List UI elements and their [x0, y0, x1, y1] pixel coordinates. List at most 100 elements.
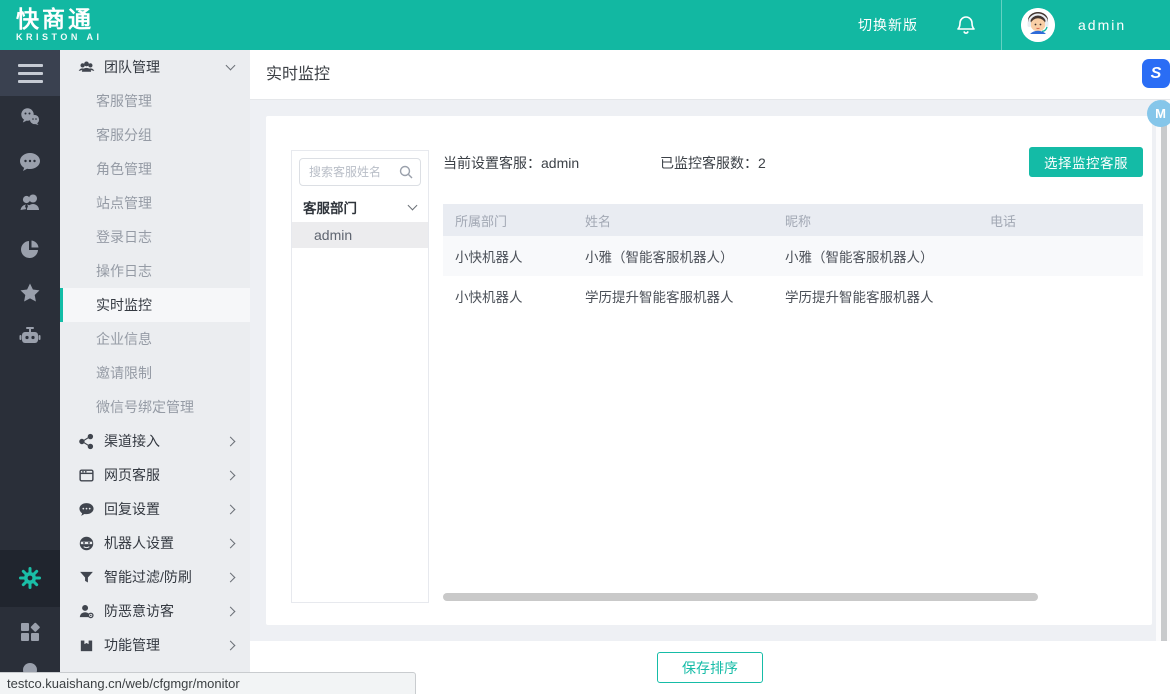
current-agent-label: 当前设置客服： — [443, 155, 541, 171]
chevron-right-icon — [226, 640, 236, 650]
apps-grid-icon[interactable] — [18, 620, 42, 644]
agents-table: 所属部门 姓名 昵称 电话 小快机器人 小雅（智能客服机器人） 小雅（智能客服机… — [443, 204, 1143, 316]
col-header-department: 所属部门 — [455, 211, 585, 230]
sidebar-group-reply-settings[interactable]: 回复设置 — [60, 492, 250, 526]
department-root-label: 客服部门 — [303, 197, 357, 217]
sidebar-item-label: 角色管理 — [96, 159, 152, 179]
search-icon[interactable] — [398, 164, 414, 180]
monitored-count-info: 已监控客服数：2 — [660, 153, 766, 173]
sidebar-group-label: 回复设置 — [104, 499, 160, 519]
extension-badge-icon[interactable]: S — [1142, 59, 1170, 88]
sidebar-group-label: 功能管理 — [104, 635, 160, 655]
sidebar-item-agent-groups[interactable]: 客服分组 — [60, 118, 250, 152]
department-panel: 客服部门 admin — [291, 150, 429, 603]
comment-dots-icon — [78, 501, 95, 518]
sidebar-item-company-info[interactable]: 企业信息 — [60, 322, 250, 356]
top-header: 快商通 KRISTON AI 切换新版 — [0, 0, 1170, 50]
sidebar-item-realtime-monitor[interactable]: 实时监控 — [60, 288, 250, 322]
favorites-star-icon[interactable] — [18, 281, 42, 305]
username-label[interactable]: admin — [1078, 0, 1126, 50]
team-group-icon — [78, 59, 95, 76]
monitor-content: 当前设置客服：admin 已监控客服数：2 选择监控客服 所属部门 姓名 昵称 … — [443, 116, 1143, 625]
monitor-card: 客服部门 admin 当前设置客服：admin 已监控客服数：2 选择监控客服 … — [266, 116, 1152, 625]
filter-funnel-icon — [78, 569, 95, 586]
sidebar-menu: 团队管理 客服管理 客服分组 角色管理 站点管理 登录日志 操作日志 实时监控 … — [60, 50, 250, 694]
statistics-pie-icon[interactable] — [18, 237, 42, 261]
settings-gear-icon[interactable] — [18, 566, 42, 590]
sidebar-group-label: 机器人设置 — [104, 533, 174, 553]
col-header-phone: 电话 — [990, 211, 1143, 230]
notification-bell-icon[interactable] — [954, 13, 978, 37]
robot-icon[interactable] — [18, 324, 42, 348]
save-order-button[interactable]: 保存排序 — [657, 652, 763, 683]
brand-title: 快商通 — [16, 6, 103, 32]
table-header-row: 所属部门 姓名 昵称 电话 — [443, 204, 1143, 236]
chevron-right-icon — [226, 538, 236, 548]
cell-department: 小快机器人 — [455, 246, 585, 266]
wechat-icon[interactable] — [18, 105, 42, 129]
chevron-right-icon — [226, 436, 236, 446]
settings-active-block — [0, 550, 60, 607]
sidebar-group-web-chat[interactable]: 网页客服 — [60, 458, 250, 492]
sidebar-group-channels[interactable]: 渠道接入 — [60, 424, 250, 458]
function-box-icon — [78, 637, 95, 654]
current-agent-value: admin — [541, 155, 579, 171]
department-tree-item[interactable]: admin — [292, 222, 428, 248]
cell-department: 小快机器人 — [455, 286, 585, 306]
page-title-bar: 实时监控 — [250, 50, 1170, 100]
chevron-down-icon — [226, 61, 236, 71]
assistant-badge-icon[interactable]: M — [1147, 100, 1170, 127]
sidebar-group-robot-settings[interactable]: 机器人设置 — [60, 526, 250, 560]
sidebar-group-team[interactable]: 团队管理 — [60, 50, 250, 84]
sidebar-item-label: 微信号绑定管理 — [96, 397, 194, 417]
robot-face-icon — [78, 535, 95, 552]
sidebar-item-roles[interactable]: 角色管理 — [60, 152, 250, 186]
sidebar-item-label: 客服分组 — [96, 125, 152, 145]
sidebar-group-label: 渠道接入 — [104, 431, 160, 451]
sidebar-item-label: 邀请限制 — [96, 363, 152, 383]
blocked-visitor-icon — [78, 603, 95, 620]
chat-bubble-icon[interactable] — [18, 150, 42, 174]
menu-toggle-button[interactable] — [0, 50, 60, 96]
sidebar-item-op-log[interactable]: 操作日志 — [60, 254, 250, 288]
sidebar-item-sites[interactable]: 站点管理 — [60, 186, 250, 220]
chevron-down-icon — [408, 201, 418, 211]
hamburger-icon — [18, 59, 43, 88]
col-header-nickname: 昵称 — [785, 211, 990, 230]
sidebar-item-login-log[interactable]: 登录日志 — [60, 220, 250, 254]
brand-subtitle: KRISTON AI — [16, 32, 103, 42]
monitored-count-value: 2 — [758, 155, 766, 171]
search-box — [299, 158, 421, 186]
col-header-name: 姓名 — [585, 211, 785, 230]
sidebar-group-label: 智能过滤/防刷 — [104, 567, 192, 587]
sidebar-group-function-manage[interactable]: 功能管理 — [60, 628, 250, 662]
info-row: 当前设置客服：admin 已监控客服数：2 选择监控客服 — [443, 147, 1143, 177]
sidebar-item-invite-limit[interactable]: 邀请限制 — [60, 356, 250, 390]
sidebar-group-smart-filter[interactable]: 智能过滤/防刷 — [60, 560, 250, 594]
monitored-count-label: 已监控客服数： — [660, 155, 758, 171]
sidebar-group-label: 防恶意访客 — [104, 601, 174, 621]
current-agent-info: 当前设置客服：admin — [443, 153, 579, 173]
sidebar-item-agent-manage[interactable]: 客服管理 — [60, 84, 250, 118]
department-root-node[interactable]: 客服部门 — [292, 192, 428, 222]
visitors-people-icon[interactable] — [18, 191, 42, 215]
sidebar-item-label: 站点管理 — [96, 193, 152, 213]
browser-status-bar: testco.kuaishang.cn/web/cfgmgr/monitor — [0, 672, 416, 694]
select-monitor-agents-button[interactable]: 选择监控客服 — [1029, 147, 1143, 177]
cell-name: 小雅（智能客服机器人） — [585, 246, 785, 266]
browser-window-icon — [78, 467, 95, 484]
sidebar-group-label: 网页客服 — [104, 465, 160, 485]
table-row[interactable]: 小快机器人 学历提升智能客服机器人 学历提升智能客服机器人 — [443, 276, 1143, 316]
cell-nickname: 学历提升智能客服机器人 — [785, 286, 990, 306]
vertical-scrollbar-thumb[interactable] — [1161, 100, 1167, 694]
chevron-right-icon — [226, 606, 236, 616]
table-row[interactable]: 小快机器人 小雅（智能客服机器人） 小雅（智能客服机器人） — [443, 236, 1143, 276]
app-window: 快商通 KRISTON AI 切换新版 — [0, 0, 1170, 694]
sidebar-group-anti-malicious[interactable]: 防恶意访客 — [60, 594, 250, 628]
switch-version-link[interactable]: 切换新版 — [858, 0, 918, 50]
sidebar-item-label: 登录日志 — [96, 227, 152, 247]
chevron-right-icon — [226, 470, 236, 480]
sidebar-item-wechat-binding[interactable]: 微信号绑定管理 — [60, 390, 250, 424]
user-avatar[interactable] — [1021, 8, 1055, 42]
horizontal-scrollbar-thumb[interactable] — [443, 593, 1038, 601]
